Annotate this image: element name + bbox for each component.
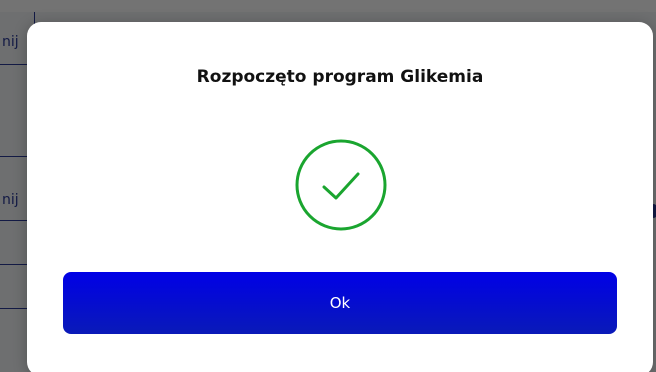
ok-button[interactable]: Ok — [63, 272, 617, 334]
success-dialog: Rozpoczęto program Glikemia Ok — [27, 22, 653, 372]
check-circle-icon — [295, 139, 387, 231]
dialog-title: Rozpoczęto program Glikemia — [196, 67, 484, 87]
